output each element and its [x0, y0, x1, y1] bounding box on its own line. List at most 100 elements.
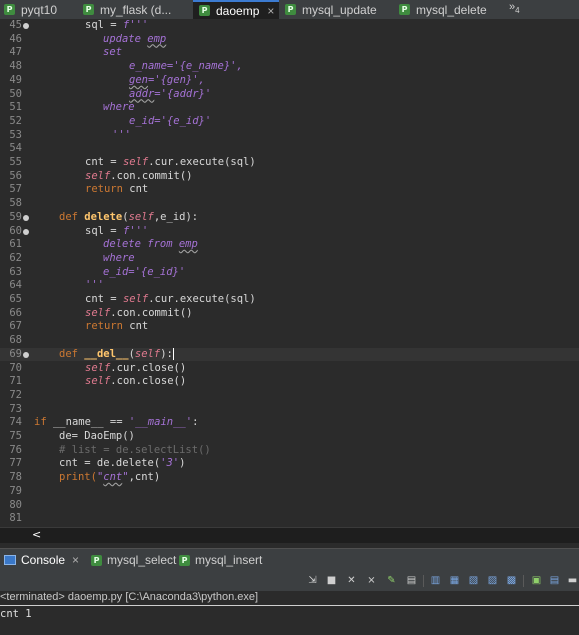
scroll-lock-icon[interactable]: ▤: [405, 574, 418, 587]
view-menu-icon[interactable]: ▤: [548, 574, 561, 587]
show-stderr-icon[interactable]: ▧: [467, 574, 480, 587]
close-icon[interactable]: ×: [267, 4, 274, 18]
python-file-icon: P: [179, 554, 190, 566]
code-token: where: [103, 251, 135, 264]
code-token: self: [85, 361, 111, 374]
terminate-icon[interactable]: ■: [325, 574, 338, 587]
code-token: cnt: [85, 293, 104, 305]
minimize-icon[interactable]: ▬: [566, 574, 579, 587]
line-number: 75: [9, 430, 22, 442]
code-token: self: [134, 347, 161, 360]
code-line: 66 self.con.commit(): [0, 307, 579, 321]
fold-marker-icon[interactable]: [23, 214, 29, 221]
code-line: 52 e_id='{e_id}': [0, 115, 579, 129]
line-number: 61: [9, 238, 22, 251]
code-token: cnt: [85, 156, 104, 168]
clear-icon[interactable]: ✎: [385, 574, 398, 587]
scroll-left-icon[interactable]: <: [32, 528, 41, 541]
tab-mysql-insert[interactable]: P mysql_insert: [179, 549, 262, 571]
code-line: 64 ''': [0, 279, 579, 293]
python-file-icon: P: [83, 4, 94, 15]
code-token: ,e_id):: [153, 210, 199, 223]
tab-label: pyqt10: [21, 2, 58, 17]
tab-mysql-update[interactable]: P mysql_update: [285, 0, 377, 19]
code-line: 80: [0, 499, 579, 513]
tab-mysql-select[interactable]: P mysql_select: [91, 549, 176, 571]
editor-tab-bar: P pyqt10 P my_flask (d... P daoemp × P m…: [0, 0, 579, 20]
code-token: e_id='{e_id}': [129, 114, 212, 127]
code-token: self: [122, 293, 149, 305]
code-token: self: [85, 375, 111, 388]
toolbar-separator: [423, 575, 424, 587]
code-token: '__main__': [128, 416, 193, 429]
line-number: 79: [9, 484, 22, 497]
divider: [0, 605, 579, 606]
line-number: 65: [9, 293, 22, 305]
line-number: 67: [9, 320, 22, 333]
python-file-icon: P: [199, 5, 210, 16]
horizontal-scrollbar[interactable]: <: [0, 527, 579, 543]
tab-label: mysql_delete: [416, 2, 487, 17]
code-token: cnt: [103, 471, 123, 484]
code-editor[interactable]: 45 sql = f''' 46 update emp 47 set 48 e_name…: [0, 19, 579, 527]
code-token: delete from emp: [103, 238, 198, 252]
fold-marker-icon[interactable]: [23, 228, 29, 235]
remove-launch-icon[interactable]: ✕: [345, 574, 358, 587]
fold-marker-icon[interactable]: [23, 23, 29, 29]
code-line: 71 self.con.close(): [0, 375, 579, 389]
code-line: 62 where: [0, 252, 579, 266]
code-token: print(: [59, 471, 97, 484]
code-token: f''': [122, 19, 149, 31]
remove-all-icon[interactable]: ⨯: [365, 574, 378, 587]
code-token: def: [59, 347, 78, 360]
code-line: 77 cnt = de.delete('3'): [0, 457, 579, 471]
line-number: 55: [9, 156, 22, 168]
code-line: 58: [0, 197, 579, 211]
pin-icon[interactable]: ⇲: [306, 574, 319, 587]
show-stdout-icon[interactable]: ▦: [448, 574, 461, 587]
line-number: 71: [9, 375, 22, 388]
line-number: 53: [9, 128, 22, 141]
code-token: '3': [160, 457, 180, 470]
tab-label: mysql_insert: [195, 553, 263, 567]
line-number: 58: [9, 197, 22, 210]
line-number: 59: [9, 210, 22, 223]
code-token: ,cnt): [128, 471, 161, 484]
code-token: ''': [85, 279, 104, 292]
code-line: 68: [0, 334, 579, 348]
python-file-icon: P: [285, 4, 296, 15]
code-token: gen='{gen}',: [129, 74, 205, 88]
tab-console[interactable]: Console ×: [4, 549, 79, 571]
code-line: 47 set: [0, 46, 579, 60]
word-wrap-icon[interactable]: ▥: [429, 574, 442, 587]
code-line: 51 where: [0, 101, 579, 115]
code-line: 70 self.cur.close(): [0, 362, 579, 376]
more-tabs-chevron-icon[interactable]: »4: [509, 1, 520, 15]
new-console-icon[interactable]: ▣: [530, 574, 543, 587]
close-icon[interactable]: ×: [72, 553, 79, 567]
python-file-icon: P: [91, 554, 102, 566]
tab-daoemp[interactable]: P daoemp ×: [193, 0, 279, 19]
code-line: 81: [0, 512, 579, 526]
line-number: 57: [9, 183, 22, 196]
console-text: cnt 1: [0, 608, 32, 620]
code-line: 79: [0, 485, 579, 499]
code-token: .cur.execute(sql): [148, 156, 256, 168]
code-token: if __name__ == '__main__':: [34, 416, 198, 430]
open-console-icon[interactable]: ▨: [486, 574, 499, 587]
code-token: gen: [129, 73, 148, 86]
tab-my-flask[interactable]: P my_flask (d...: [83, 0, 171, 19]
console-output[interactable]: <terminated> daoemp.py [C:\Anaconda3\pyt…: [0, 591, 579, 635]
code-line: 61 delete from emp: [0, 238, 579, 252]
display-console-icon[interactable]: ▩: [505, 574, 518, 587]
code-line: 76 # list = de.selectList(): [0, 444, 579, 458]
code-token: self: [122, 156, 149, 168]
code-token: addr: [129, 87, 155, 100]
line-number: 56: [9, 169, 22, 182]
tab-mysql-delete[interactable]: P mysql_delete: [399, 0, 487, 19]
fold-marker-icon[interactable]: [23, 351, 29, 358]
tab-label: Console: [21, 553, 66, 567]
tab-pyqt10[interactable]: P pyqt10: [4, 0, 57, 19]
code-token: sql: [85, 224, 104, 237]
line-number: 48: [9, 60, 22, 73]
